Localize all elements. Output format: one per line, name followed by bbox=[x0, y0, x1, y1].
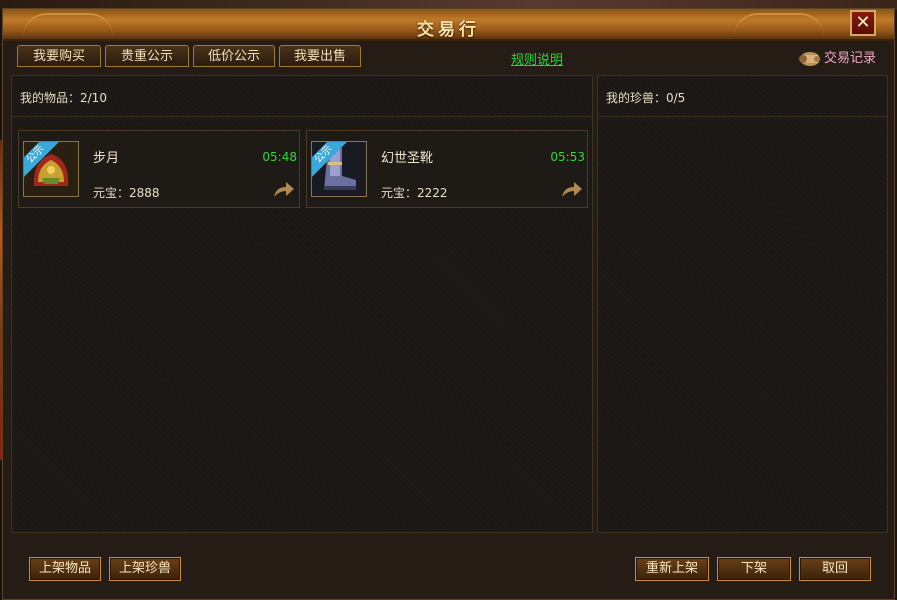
window-title: 交易行 bbox=[417, 20, 480, 40]
retrieve-button[interactable]: 取回 bbox=[799, 557, 871, 581]
list-pet-button[interactable]: 上架珍兽 bbox=[109, 557, 181, 581]
list-item-button[interactable]: 上架物品 bbox=[29, 557, 101, 581]
tab-sell[interactable]: 我要出售 bbox=[279, 45, 361, 67]
my-pets-count: 我的珍兽：0/5 bbox=[606, 91, 686, 105]
my-items-count: 我的物品：2/10 bbox=[20, 91, 107, 105]
rules-link[interactable]: 规则说明 bbox=[511, 49, 563, 68]
item-card[interactable]: 公示 幻世圣靴 05:53 元宝：2222 bbox=[306, 130, 588, 208]
item-icon-frame: 公示 bbox=[311, 141, 367, 197]
title-bar: 交易行 ✕ bbox=[3, 9, 894, 41]
item-time: 05:53 bbox=[550, 150, 585, 164]
item-name: 幻世圣靴 bbox=[381, 151, 434, 166]
item-name: 步月 bbox=[93, 151, 120, 166]
my-pets-header: 我的珍兽：0/5 bbox=[598, 76, 887, 117]
item-card[interactable]: 公示 步月 05:48 元宝：2888 bbox=[18, 130, 300, 208]
my-items-panel: 我的物品：2/10 公示 步月 05:48 元宝：2888 公示 幻世圣靴 05… bbox=[11, 75, 593, 533]
relist-button[interactable]: 重新上架 bbox=[635, 557, 709, 581]
item-price: 元宝：2222 bbox=[381, 186, 448, 200]
trade-record-button[interactable]: 交易记录 bbox=[798, 47, 876, 71]
my-pets-panel: 我的珍兽：0/5 bbox=[597, 75, 888, 533]
trade-window: 交易行 ✕ 我要购买 贵重公示 低价公示 我要出售 规则说明 交易记录 我的物品… bbox=[2, 8, 895, 600]
item-icon-frame: 公示 bbox=[23, 141, 79, 197]
item-time: 05:48 bbox=[262, 150, 297, 164]
tab-lowprice-notice[interactable]: 低价公示 bbox=[193, 45, 275, 67]
scroll-icon bbox=[799, 51, 820, 66]
item-price: 元宝：2888 bbox=[93, 186, 160, 200]
close-icon: ✕ bbox=[855, 12, 871, 33]
share-arrow-icon[interactable] bbox=[560, 179, 584, 199]
close-button[interactable]: ✕ bbox=[850, 10, 876, 36]
delist-button[interactable]: 下架 bbox=[717, 557, 791, 581]
tab-valuable-notice[interactable]: 贵重公示 bbox=[105, 45, 189, 67]
share-arrow-icon[interactable] bbox=[272, 179, 296, 199]
my-items-header: 我的物品：2/10 bbox=[12, 76, 592, 117]
trade-record-label: 交易记录 bbox=[824, 51, 877, 66]
tab-buy[interactable]: 我要购买 bbox=[17, 45, 101, 67]
